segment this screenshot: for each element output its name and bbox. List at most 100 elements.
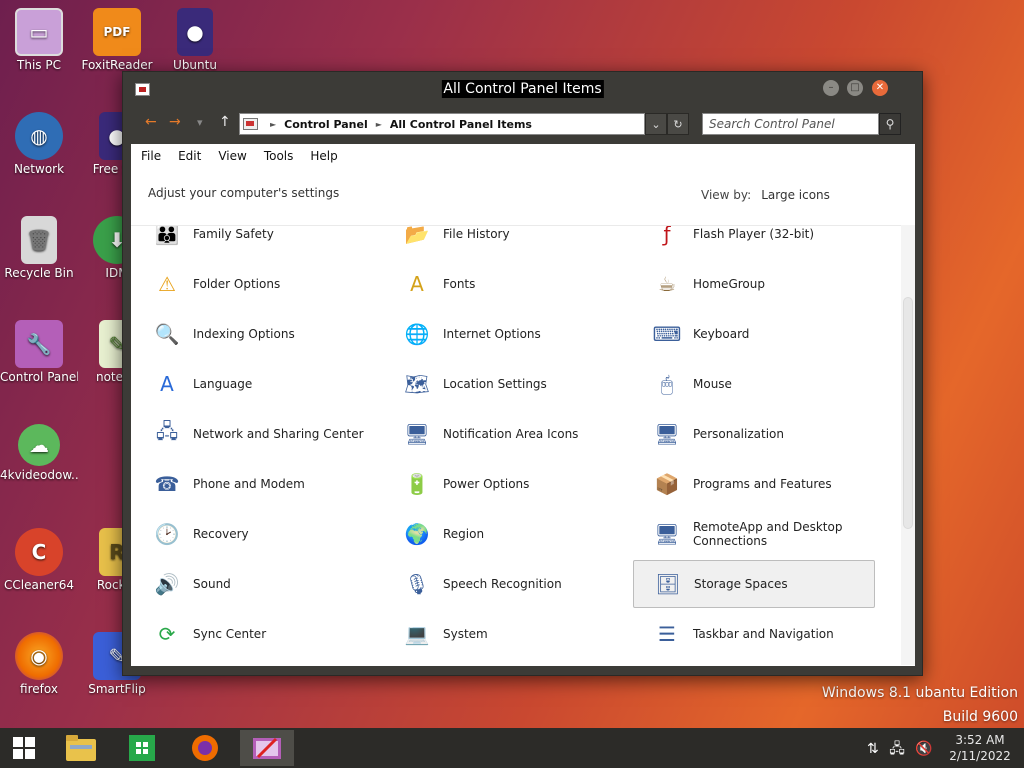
cp-item-phone-modem[interactable]: ☎ Phone and Modem	[133, 460, 375, 508]
region-icon: 🌍	[404, 522, 430, 546]
cp-item-internet-options[interactable]: 🌐 Internet Options	[383, 310, 625, 358]
file-explorer-taskbar-button[interactable]	[59, 730, 103, 766]
cp-item-label: Region	[443, 527, 485, 541]
control-panel-taskbar-button[interactable]	[240, 730, 294, 766]
scrollbar-thumb[interactable]	[903, 297, 913, 529]
desktop-icon-this-pc[interactable]: ▭ This PC	[0, 8, 78, 72]
menu-tools[interactable]: Tools	[264, 147, 294, 166]
desktop-icon-label: Network	[13, 162, 65, 176]
desktop-icon-control-panel[interactable]: 🔧 Control Panel	[0, 320, 78, 384]
content-pane: File Edit View Tools Help Adjust your co…	[131, 144, 915, 666]
taskbar: ⇅ 🖧 🔇 3:52 AM 2/11/2022	[0, 728, 1024, 768]
desktop-icon-label: This PC	[17, 58, 61, 72]
desktop-icon-4kvideodownloader[interactable]: ☁ 4kvideodow...	[0, 424, 78, 482]
network-status-icon[interactable]: 🖧	[889, 741, 905, 757]
desktop-icon-label: Ubuntu	[173, 58, 217, 72]
cp-item-language[interactable]: A Language	[133, 360, 375, 408]
cp-item-label: Recovery	[193, 527, 249, 541]
desktop-icon-ubuntu[interactable]: ● Ubuntu	[156, 8, 234, 72]
cp-item-programs-features[interactable]: 📦 Programs and Features	[633, 460, 875, 508]
view-by-dropdown[interactable]: Large icons	[761, 188, 830, 202]
breadcrumb-all-items[interactable]: All Control Panel Items	[390, 118, 532, 131]
desktop-icon-recycle-bin[interactable]: 🗑 Recycle Bin	[0, 216, 78, 280]
cp-item-speech-recognition[interactable]: 🎙 Speech Recognition	[383, 560, 625, 608]
sync-center-icon: ⟳	[158, 622, 176, 646]
back-arrow-icon[interactable]: ←	[145, 114, 157, 130]
menu-help[interactable]: Help	[310, 147, 337, 166]
firefox-taskbar-button[interactable]	[183, 730, 227, 766]
address-dropdown-button[interactable]: ⌄	[645, 113, 667, 135]
firefox-icon	[192, 735, 218, 761]
cp-item-label: Storage Spaces	[694, 577, 788, 591]
cp-item-family-safety[interactable]: 👪 Family Safety	[133, 226, 375, 258]
view-by-label: View by:	[701, 188, 752, 202]
recent-locations-chevron-icon[interactable]: ▾	[197, 116, 203, 129]
cp-item-location-settings[interactable]: 🗺 Location Settings	[383, 360, 625, 408]
internet-options-icon: 🌐	[404, 322, 430, 346]
cp-item-network-sharing[interactable]: 🖧 Network and Sharing Center	[133, 410, 375, 458]
cp-item-mouse[interactable]: 🖱 Mouse	[633, 360, 875, 408]
cp-item-homegroup[interactable]: ☕ HomeGroup	[633, 260, 875, 308]
cp-item-storage-spaces[interactable]: 🗄 Storage Spaces	[633, 560, 875, 608]
clock-time: 3:52 AM	[955, 733, 1005, 747]
cp-item-taskbar-navigation[interactable]: ☰ Taskbar and Navigation	[633, 610, 875, 658]
desktop-icon-firefox[interactable]: ◉ firefox	[0, 632, 78, 696]
title-bar[interactable]: All Control Panel Items – □ ✕	[123, 72, 922, 108]
cp-item-indexing-options[interactable]: 🔍 Indexing Options	[133, 310, 375, 358]
forward-arrow-icon[interactable]: →	[169, 114, 181, 130]
cp-item-system[interactable]: 💻 System	[383, 610, 625, 658]
control-panel-breadcrumb-icon	[243, 118, 258, 130]
notification-area-icon: 🖥	[404, 422, 430, 446]
location-settings-icon: 🗺	[404, 372, 430, 396]
cp-item-label: Folder Options	[193, 277, 281, 291]
control-panel-icon	[253, 737, 281, 759]
desktop-icon-label: Control Panel	[0, 370, 78, 384]
network-arrows-icon[interactable]: ⇅	[867, 741, 879, 757]
cp-item-notification-area[interactable]: 🖥 Notification Area Icons	[383, 410, 625, 458]
recycle-bin-icon: 🗑	[21, 216, 57, 264]
address-bar[interactable]: ► Control Panel ► All Control Panel Item…	[239, 113, 645, 135]
store-taskbar-button[interactable]	[120, 730, 164, 766]
minimize-button[interactable]: –	[823, 80, 839, 96]
cp-item-sync-center[interactable]: ⟳ Sync Center	[133, 610, 375, 658]
breadcrumb-control-panel[interactable]: Control Panel	[284, 118, 368, 131]
volume-muted-icon[interactable]: 🔇	[915, 741, 932, 757]
search-icon[interactable]: ⚲	[879, 113, 901, 135]
cp-item-file-history[interactable]: 📂 File History	[383, 226, 625, 258]
up-arrow-icon[interactable]: ↑	[219, 114, 231, 130]
menu-edit[interactable]: Edit	[178, 147, 201, 166]
clock[interactable]: 3:52 AM 2/11/2022	[944, 732, 1016, 764]
cp-item-flash-player[interactable]: ƒ Flash Player (32-bit)	[633, 226, 875, 258]
search-input[interactable]: Search Control Panel	[702, 113, 879, 135]
desktop-icon-label: Recycle Bin	[4, 266, 74, 280]
menu-view[interactable]: View	[218, 147, 246, 166]
cp-item-keyboard[interactable]: ⌨ Keyboard	[633, 310, 875, 358]
refresh-button[interactable]: ↻	[667, 113, 689, 135]
firefox-file-icon: ●	[177, 8, 213, 56]
folder-options-icon: ⚠	[158, 272, 176, 296]
cp-item-label: Family Safety	[193, 227, 274, 241]
desktop-icon-network[interactable]: ◍ Network	[0, 112, 78, 176]
cp-item-remoteapp[interactable]: 🖥 RemoteApp and Desktop Connections	[633, 510, 875, 558]
vertical-scrollbar[interactable]	[901, 225, 915, 665]
cp-item-sound[interactable]: 🔊 Sound	[133, 560, 375, 608]
menu-file[interactable]: File	[141, 147, 161, 166]
cp-item-power-options[interactable]: 🔋 Power Options	[383, 460, 625, 508]
desktop-icon-ccleaner64[interactable]: C CCleaner64	[0, 528, 78, 592]
page-heading: Adjust your computer's settings	[148, 186, 340, 200]
maximize-button[interactable]: □	[847, 80, 863, 96]
cp-item-recovery[interactable]: 🕑 Recovery	[133, 510, 375, 558]
personalization-icon: 🖥	[654, 422, 680, 446]
storage-spaces-icon: 🗄	[655, 572, 681, 596]
cp-item-label: Indexing Options	[193, 327, 295, 341]
cp-item-fonts[interactable]: A Fonts	[383, 260, 625, 308]
close-button[interactable]: ✕	[872, 80, 888, 96]
desktop-icon-foxitreader[interactable]: PDF FoxitReader	[78, 8, 156, 72]
start-button[interactable]	[2, 730, 46, 766]
cp-item-folder-options[interactable]: ⚠ Folder Options	[133, 260, 375, 308]
desktop-icon-label: SmartFlip	[88, 682, 146, 696]
ccleaner-icon: C	[15, 528, 63, 576]
cp-item-personalization[interactable]: 🖥 Personalization	[633, 410, 875, 458]
cp-item-label: Flash Player (32-bit)	[693, 227, 815, 241]
cp-item-region[interactable]: 🌍 Region	[383, 510, 625, 558]
